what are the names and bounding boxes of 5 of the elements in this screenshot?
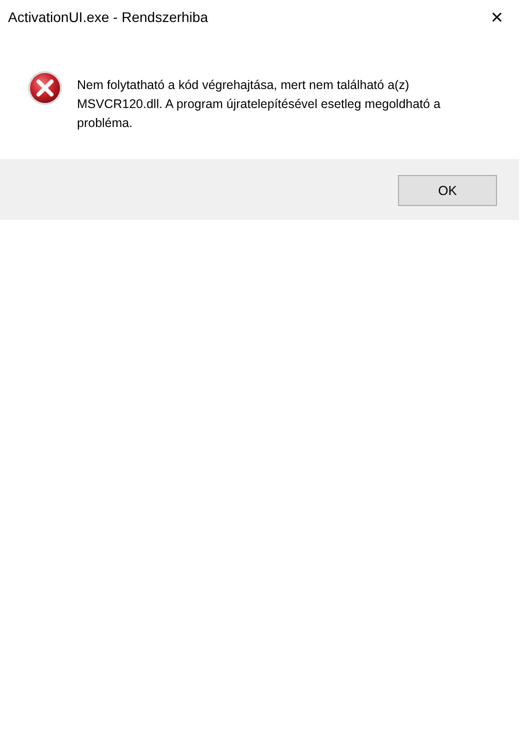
window-title: ActivationUI.exe - Rendszerhiba bbox=[8, 9, 208, 25]
error-icon bbox=[27, 70, 63, 106]
error-message: Nem folytatható a kód végrehajtása, mert nem található a(z) MSVCR120.dll. A program újratelepítésével esetleg megoldható a probléma. bbox=[77, 77, 442, 132]
ok-button[interactable]: OK bbox=[398, 174, 497, 206]
close-button[interactable]: ✕ bbox=[475, 0, 519, 34]
